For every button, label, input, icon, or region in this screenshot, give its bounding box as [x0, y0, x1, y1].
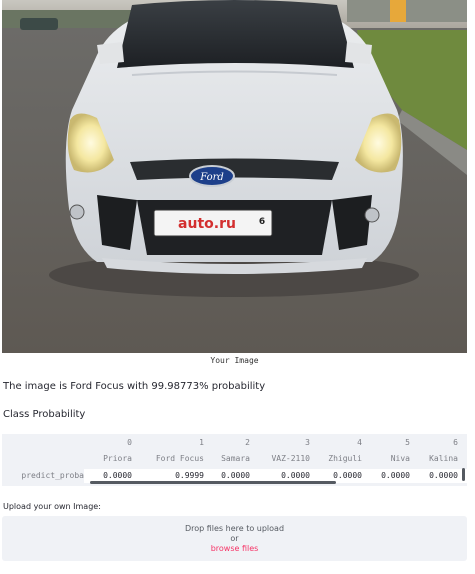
col-index: 3	[305, 438, 310, 447]
col-header[interactable]: Priora	[98, 452, 132, 466]
prediction-result-text: The image is Ford Focus with 99.98773% p…	[3, 381, 266, 392]
class-probability-table[interactable]: 0 1 2 3 4 5 6 Priora Ford Focus Samara V…	[2, 434, 467, 486]
col-header[interactable]: Zhiguli	[320, 452, 362, 466]
col-header[interactable]: Kalina	[422, 452, 458, 466]
browse-files-link[interactable]: browse files	[2, 544, 467, 553]
dropzone-instructions: Drop files here to upload	[184, 524, 285, 533]
class-probability-title: Class Probability	[3, 409, 86, 420]
col-index: 2	[245, 438, 250, 447]
row-label: predict_proba	[2, 469, 84, 483]
col-header[interactable]: Niva	[374, 452, 410, 466]
col-index: 5	[405, 438, 410, 447]
image-caption: Your Image	[210, 356, 259, 365]
file-dropzone[interactable]: Drop files here to upload or browse file…	[2, 516, 467, 561]
col-header[interactable]: VAZ-2110	[264, 452, 310, 466]
plate-logo-text: auto.ru	[178, 216, 236, 232]
col-index: 6	[453, 438, 458, 447]
ford-badge-text: Ford	[199, 172, 224, 183]
vertical-scrollbar[interactable]	[462, 468, 465, 481]
col-header[interactable]: Samara	[214, 452, 250, 466]
table-cell: 0.0000	[429, 471, 458, 480]
col-index: 4	[357, 438, 362, 447]
dropzone-or: or	[230, 534, 239, 543]
svg-text:6: 6	[259, 217, 265, 227]
table-header-row: Priora Ford Focus Samara VAZ-2110 Zhigul…	[2, 452, 467, 466]
horizontal-scrollbar[interactable]	[90, 481, 336, 484]
col-index: 1	[199, 438, 204, 447]
uploaded-car-image: Ford auto.ru 6	[2, 0, 467, 353]
col-index: 0	[127, 438, 132, 447]
table-index-row: 0 1 2 3 4 5 6	[2, 436, 467, 450]
col-header[interactable]: Ford Focus	[148, 452, 204, 466]
upload-label: Upload your own Image:	[3, 502, 101, 511]
table-cell: 0.0000	[381, 471, 410, 480]
streamlit-page: Ford auto.ru 6 Your Image The image is F…	[0, 0, 475, 574]
